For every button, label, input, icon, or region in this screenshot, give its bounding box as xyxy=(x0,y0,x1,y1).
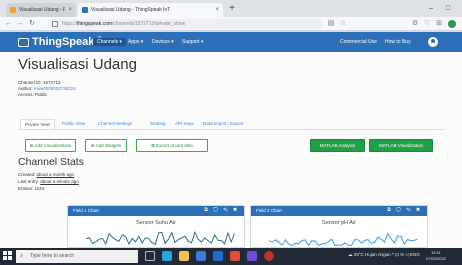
forward-button[interactable]: → xyxy=(15,19,25,29)
matlab-visualization-button[interactable]: MATLAB Visualization xyxy=(369,139,433,152)
author-label: Author: xyxy=(18,86,34,91)
field2-chart-panel: Field 2 Chart ⧉ ◯ ✎ ✖ Sensor pH Air xyxy=(250,205,428,248)
channel-stats-title: Channel Stats xyxy=(18,156,84,168)
stat-entries: Entries: 1124 xyxy=(18,186,45,191)
file-explorer-icon[interactable] xyxy=(179,251,189,261)
clock-date: 07/02/2022 xyxy=(426,256,447,261)
field1-chart-panel: Field 1 Chart ⧉ ◯ ✎ ✖ Sensor Suhu Air xyxy=(67,205,245,248)
nav-commercial-use[interactable]: Commercial Use xyxy=(340,38,377,46)
stat-created: Created: about a month ago xyxy=(18,172,74,177)
back-button[interactable]: ← xyxy=(4,19,14,29)
tab-close-icon[interactable]: × xyxy=(68,7,72,13)
url-host: thingspeak.com xyxy=(77,21,113,27)
tab-private-view[interactable]: Private View xyxy=(20,119,55,129)
chart-trace xyxy=(268,232,418,247)
tab-channel-settings[interactable]: Channel Settings xyxy=(98,119,132,129)
page-title: Visualisasi Udang xyxy=(18,56,137,73)
new-tab-button[interactable]: + xyxy=(225,2,239,16)
url-path: /channels/1572713/private_show xyxy=(112,21,186,27)
logo-text: ThingSpeak xyxy=(32,36,95,48)
last-entry-value: about a minute ago xyxy=(40,179,79,184)
collections-icon[interactable]: ⊞ xyxy=(434,19,444,29)
edge-icon[interactable] xyxy=(162,251,172,261)
system-tray[interactable]: ☁ 29°C Hujan ringan ^ ⊡ ✉ ◁ ENG xyxy=(348,252,420,258)
app-icon[interactable] xyxy=(230,251,240,261)
thingspeak-logo[interactable]: ThingSpeak™ xyxy=(18,35,101,49)
bookmark-star-icon[interactable]: ☆ xyxy=(338,19,348,29)
nav-channels[interactable]: Channels ▾ xyxy=(93,38,127,46)
author-link[interactable]: mwa0000034738224 xyxy=(34,86,76,91)
created-value: about a month ago xyxy=(36,172,75,177)
matlab-analysis-button[interactable]: MATLAB Analysis xyxy=(310,139,365,152)
tab-data-import-export[interactable]: Data Import / Export xyxy=(203,119,243,129)
field1-chart-plot xyxy=(85,230,235,246)
add-widgets-button[interactable]: ⊕ Add Widgets xyxy=(85,139,127,152)
created-label: Created: xyxy=(18,172,37,177)
app-icon[interactable] xyxy=(247,251,257,261)
user-avatar[interactable] xyxy=(428,37,438,47)
chrome-icon[interactable] xyxy=(264,251,274,261)
browser-tab-title: Visualisasi Udang - Firebase co xyxy=(19,7,66,13)
extensions-icon[interactable]: ⚙ xyxy=(410,19,420,29)
nav-support[interactable]: Support ▾ xyxy=(182,38,203,46)
nav-how-to-buy[interactable]: How to Buy xyxy=(385,38,411,46)
tab-close-icon[interactable]: × xyxy=(215,7,219,13)
mail-icon[interactable] xyxy=(213,251,223,261)
tab-sharing[interactable]: Sharing xyxy=(150,119,166,129)
chart-trace xyxy=(85,230,235,246)
stat-last-entry: Last entry: about a minute ago xyxy=(18,179,79,184)
profile-icon[interactable] xyxy=(448,20,456,28)
firebase-favicon-icon xyxy=(10,7,16,13)
add-visualizations-button[interactable]: ⊕ Add Visualizations xyxy=(25,139,76,152)
windows-start-icon[interactable] xyxy=(3,251,13,261)
store-icon[interactable] xyxy=(196,251,206,261)
tab-public-view[interactable]: Public View xyxy=(62,119,85,129)
lock-icon[interactable] xyxy=(52,21,58,27)
thingspeak-favicon-icon xyxy=(82,7,88,13)
taskbar-clock[interactable]: 19:11 07/02/2022 xyxy=(426,250,446,262)
last-entry-label: Last entry: xyxy=(18,179,41,184)
browser-tab-thingspeak[interactable]: Visualisasi Udang - ThingSpeak IoT × xyxy=(78,3,223,17)
tab-api-keys[interactable]: API Keys xyxy=(175,119,194,129)
favorites-icon[interactable]: ♡ xyxy=(422,19,432,29)
minimize-button[interactable]: – xyxy=(424,2,438,15)
maximize-button[interactable]: □ xyxy=(441,2,455,15)
logo-icon xyxy=(18,37,29,47)
nav-apps[interactable]: Apps ▾ xyxy=(128,38,143,46)
channel-id: Channel ID: 1572713 xyxy=(18,80,61,85)
url-field[interactable]: https://thingspeak.com/channels/1572713/… xyxy=(48,19,323,29)
nav-devices[interactable]: Devices ▾ xyxy=(152,38,174,46)
reload-button[interactable]: ↻ xyxy=(27,19,37,29)
field2-chart-plot xyxy=(268,232,418,247)
browser-tab-title: Visualisasi Udang - ThingSpeak IoT xyxy=(91,7,171,13)
task-view-icon[interactable] xyxy=(145,251,155,261)
export-recent-data-button[interactable]: ⊠ Export recent data xyxy=(136,139,208,152)
tab-divider xyxy=(18,129,444,130)
url-prefix: https:// xyxy=(62,21,78,27)
channel-access: Access: Public xyxy=(18,92,48,97)
reader-icon[interactable]: ▤ xyxy=(326,19,336,29)
search-icon: ⌕ xyxy=(20,253,24,259)
taskbar-search-input[interactable]: Type here to search xyxy=(16,250,138,263)
channel-author: Author: mwa0000034738224 xyxy=(18,86,76,91)
browser-tab-firebase[interactable]: Visualisasi Udang - Firebase co × xyxy=(6,3,76,17)
